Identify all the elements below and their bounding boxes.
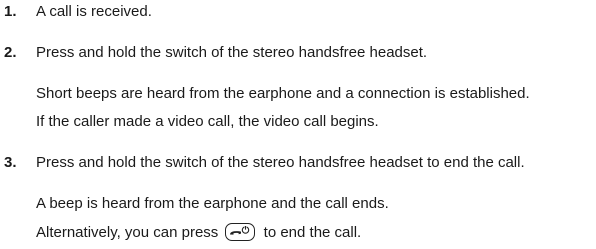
step-instruction: Press and hold the switch of the stereo … xyxy=(36,154,525,171)
step-number: 3. xyxy=(4,154,17,171)
step-text: A call is received. xyxy=(36,3,152,20)
step-result: A beep is heard from the earphone and th… xyxy=(36,195,389,212)
step-result: Short beeps are heard from the earphone … xyxy=(36,85,530,102)
end-call-power-key-icon xyxy=(225,223,256,241)
step-number: 2. xyxy=(4,44,17,61)
alternative-text-before: Alternatively, you can press xyxy=(36,224,219,241)
alternative-text-after: to end the call. xyxy=(263,224,362,241)
step-number: 1. xyxy=(4,3,17,20)
step-instruction: Press and hold the switch of the stereo … xyxy=(36,44,428,61)
step-alternative: Alternatively, you can press to end the … xyxy=(36,223,361,242)
step-note: If the caller made a video call, the vid… xyxy=(36,113,379,130)
